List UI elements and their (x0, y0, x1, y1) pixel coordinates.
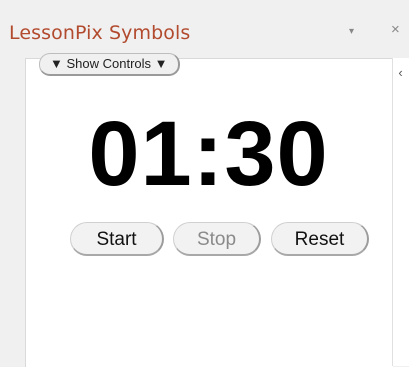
pane-title: LessonPix Symbols (9, 22, 191, 44)
pane-options-icon[interactable]: ▾ (349, 24, 354, 40)
task-pane: LessonPix Symbols ▾ × ‹ ▼ Show Controls … (0, 0, 409, 367)
timer-display: 01:30 (88, 103, 329, 205)
show-controls-button[interactable]: ▼ Show Controls ▼ (39, 53, 180, 76)
task-pane-titlebar: LessonPix Symbols ▾ × (0, 0, 409, 56)
start-button[interactable]: Start (70, 222, 164, 256)
collapse-chevron-icon[interactable]: ‹ (394, 62, 407, 84)
close-icon[interactable]: × (391, 22, 400, 38)
reset-button[interactable]: Reset (271, 222, 369, 256)
side-strip (392, 58, 409, 366)
stop-button[interactable]: Stop (173, 222, 261, 256)
